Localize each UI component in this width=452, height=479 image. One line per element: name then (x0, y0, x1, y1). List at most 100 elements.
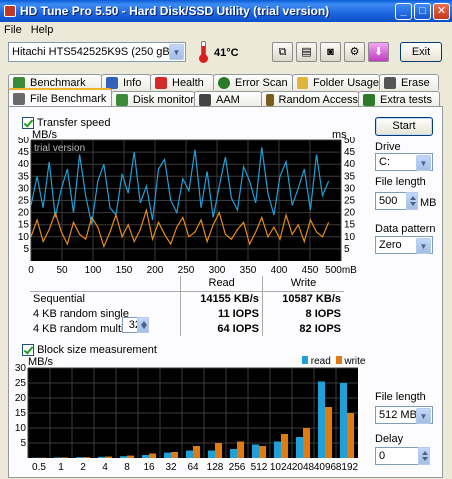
table-header-cell (30, 276, 181, 292)
table-row: Sequential 14155 KB/s 10587 KB/s (30, 291, 344, 306)
y-tick-label: 25 (15, 378, 27, 389)
file-benchmark-icon (13, 92, 25, 105)
write-bar (259, 446, 267, 458)
transfer-speed-checkbox[interactable] (22, 117, 34, 130)
x-tick-label: 0 (28, 265, 34, 276)
write-bar (193, 446, 201, 458)
read-bar (317, 381, 325, 458)
read-bar (97, 456, 105, 458)
read-bar (185, 450, 193, 458)
results-table: Read Write Sequential 14155 KB/s 10587 K… (30, 276, 344, 336)
write-value: 82 IOPS (261, 321, 344, 336)
benchmark-icon (13, 76, 25, 89)
y-tick-label-left: 50 (18, 137, 30, 146)
y-tick-label-left: 25 (18, 196, 30, 207)
screenshot-button[interactable]: ◙ (320, 42, 341, 62)
copy-info-button[interactable]: ⧉ (272, 42, 293, 62)
file-length-input[interactable]: 500 (375, 192, 409, 210)
read-bar (75, 457, 83, 458)
x-tick-label: 350 (240, 265, 257, 276)
row-label: Sequential (33, 292, 85, 305)
read-bar (119, 456, 127, 458)
tab-extra-tests[interactable]: Extra tests (358, 91, 440, 107)
write-bar (149, 453, 157, 458)
chevron-down-icon[interactable]: ▼ (169, 44, 184, 60)
start-button[interactable]: Start (375, 117, 433, 136)
tab-aam[interactable]: AAM (194, 91, 262, 107)
y-tick-label-right: 25 (344, 196, 356, 207)
delay-input[interactable]: 0 (375, 447, 419, 465)
x-tick-label: 100 (85, 265, 102, 276)
menu-bar: File Help (0, 22, 452, 37)
y-tick-label-right: 10 (344, 232, 356, 243)
tab-erase[interactable]: Erase (379, 74, 439, 90)
file-length-stepper[interactable] (406, 192, 418, 210)
read-bar (207, 450, 215, 458)
y-tick-label-left: 5 (23, 244, 29, 255)
window-title: HD Tune Pro 5.50 - Hard Disk/SSD Utility… (20, 4, 330, 18)
write-bar (237, 441, 245, 458)
write-value: 10587 KB/s (261, 291, 344, 306)
read-bar (53, 457, 61, 458)
table-row: 4 KB random single 11 IOPS 8 IOPS (30, 306, 344, 321)
drive-dropdown[interactable]: C: ▼ (375, 153, 433, 171)
save-button[interactable]: ⬇ (368, 42, 389, 62)
block-size-checkbox[interactable] (22, 344, 34, 357)
maximize-button[interactable]: □ (414, 2, 431, 20)
aam-icon (199, 93, 211, 106)
x-tick-label: 500mB (325, 265, 357, 276)
tab-random-access[interactable]: Random Access (261, 91, 359, 107)
file-length-2-dropdown[interactable]: 512 MB ▼ (375, 406, 433, 424)
menu-file[interactable]: File (4, 24, 22, 36)
data-pattern-dropdown[interactable]: Zero ▼ (375, 236, 433, 254)
file-length-2-label: File length (375, 391, 426, 403)
close-button[interactable]: ✕ (433, 2, 450, 20)
y-tick-label-right: 35 (344, 171, 356, 182)
options-button[interactable]: ⚙ (344, 42, 365, 62)
info-icon (106, 76, 118, 89)
write-bar (61, 457, 69, 458)
x-tick-label: 256 (229, 462, 246, 473)
row-label: 4 KB random multi (33, 322, 124, 335)
x-tick-label: 450 (302, 265, 319, 276)
tab-error-scan[interactable]: Error Scan (213, 74, 293, 90)
drive-select[interactable]: Hitachi HTS542525K9S (250 gB) ▼ (8, 42, 186, 62)
chevron-down-icon[interactable]: ▼ (416, 238, 431, 254)
app-icon (4, 5, 16, 17)
write-bar (83, 457, 91, 458)
disk-monitor-icon (116, 93, 128, 106)
tab-folder-usage[interactable]: Folder Usage (292, 74, 380, 90)
legend-read-swatch (302, 356, 308, 364)
delay-stepper[interactable] (418, 447, 430, 465)
tab-disk-monitor[interactable]: Disk monitor (111, 91, 195, 107)
read-bar (295, 437, 303, 458)
exit-button[interactable]: Exit (400, 42, 442, 62)
x-tick-label: 512 (251, 462, 268, 473)
read-bar (273, 441, 281, 458)
x-tick-label: 400 (271, 265, 288, 276)
title-bar: HD Tune Pro 5.50 - Hard Disk/SSD Utility… (0, 0, 452, 22)
tab-row-bottom: File Benchmark Disk monitor AAM Random A… (8, 88, 440, 107)
toolbar: Hitachi HTS542525K9S (250 gB) ▼ 41°C ⧉ ▤… (0, 37, 452, 69)
x-tick-label: 8 (124, 462, 130, 473)
chevron-down-icon[interactable]: ▼ (416, 155, 431, 171)
x-tick-label: 50 (56, 265, 68, 276)
tab-file-benchmark[interactable]: File Benchmark (8, 88, 112, 107)
chevron-down-icon[interactable]: ▼ (416, 408, 431, 424)
data-pattern-label: Data pattern (375, 223, 436, 235)
copy-text-button[interactable]: ▤ (296, 42, 317, 62)
menu-help[interactable]: Help (31, 24, 54, 36)
download-arrow-icon: ⬇ (373, 46, 384, 58)
tab-health[interactable]: Health (150, 74, 214, 90)
queue-depth-stepper[interactable] (137, 317, 149, 333)
read-bar (339, 383, 347, 458)
transfer-speed-checkbox-row: Transfer speed (22, 117, 110, 130)
y-tick-label-right: 30 (344, 183, 356, 194)
transfer-speed-chart: 0 50 100 150 200 250 300 350 400 450 500mB50454035… (18, 137, 357, 276)
y-tick-label-right: 45 (344, 147, 356, 158)
write-bar (127, 455, 135, 458)
y-tick-label-left: 15 (18, 220, 30, 231)
minimize-button[interactable]: _ (395, 2, 412, 20)
x-tick-label: 0.5 (32, 462, 46, 473)
y-tick-label: 20 (15, 393, 27, 404)
